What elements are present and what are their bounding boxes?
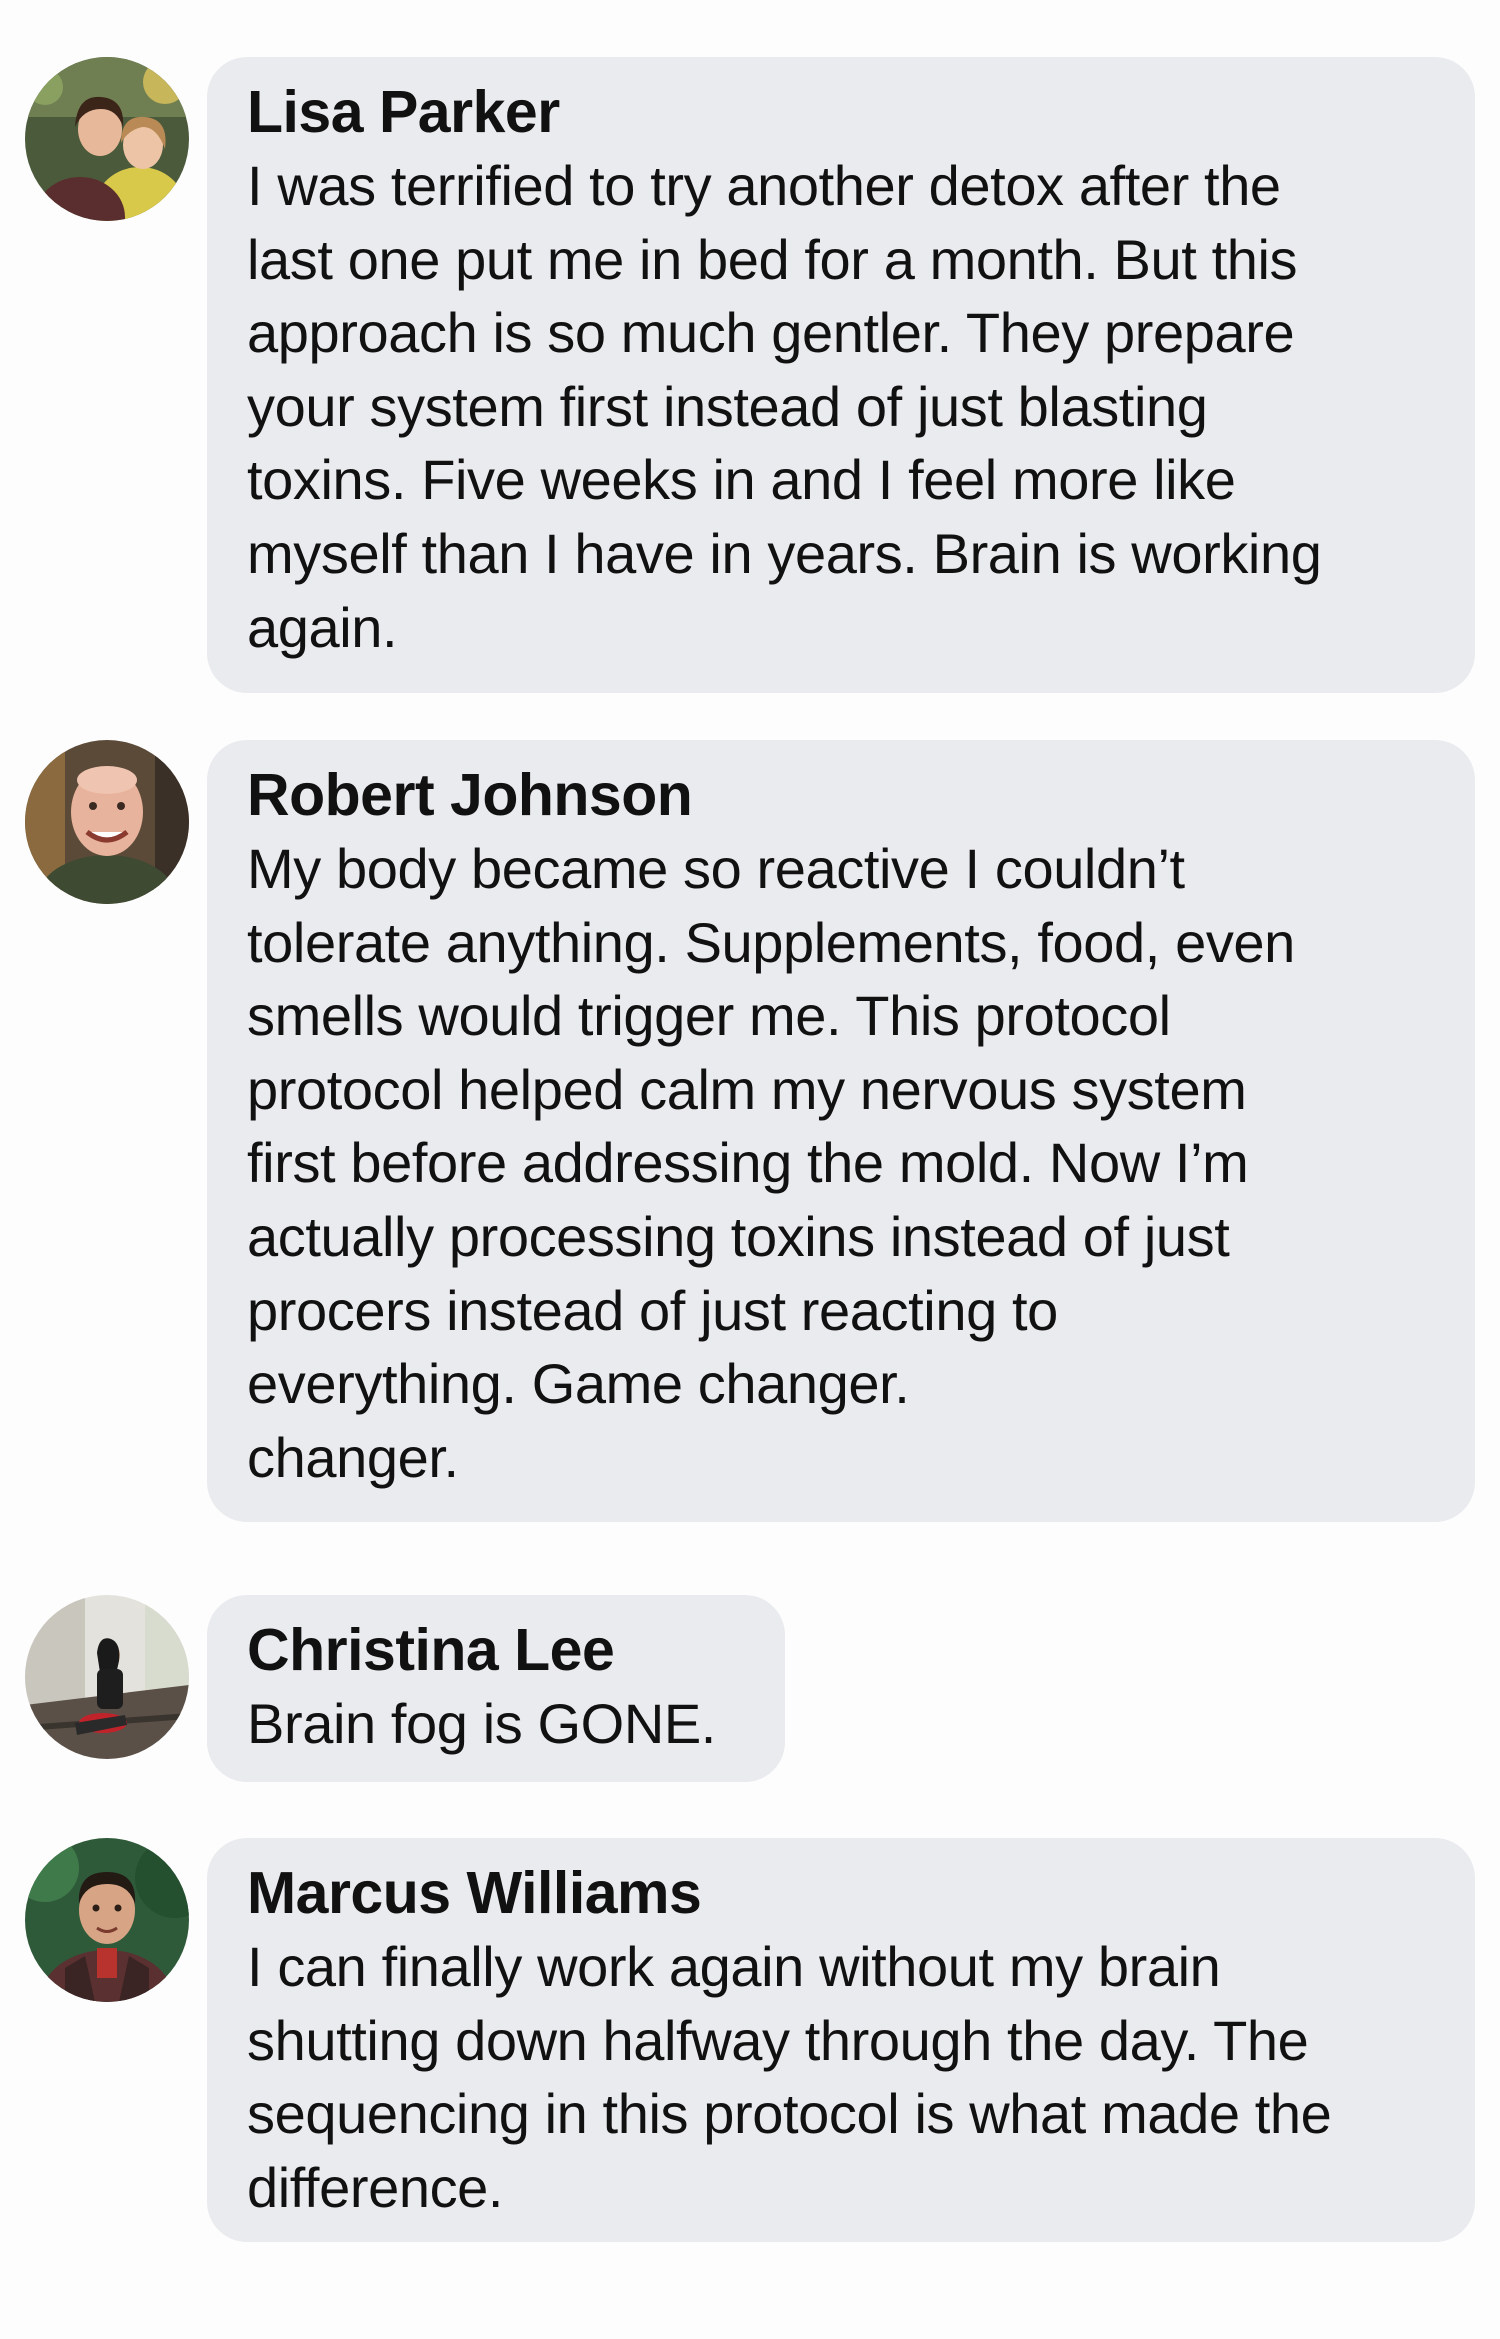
comment-text-line: first before addressing the mold. Now I’… xyxy=(247,1131,1249,1195)
comment-text-line: protocol helped calm my nervous system xyxy=(247,1057,1247,1121)
comment-bubble: Marcus Williams I can finally work again… xyxy=(207,1838,1475,2242)
user-photo-avatar-icon xyxy=(25,1838,189,2002)
user-photo-avatar-icon xyxy=(25,57,189,221)
comment-text-line: smells would trigger me. This protocol xyxy=(247,984,1171,1048)
comment-author[interactable]: Marcus Williams xyxy=(247,1856,1445,1930)
comment-text-line: I can finally work again without my brai… xyxy=(247,1935,1221,1998)
comment-text-line: changer. xyxy=(247,1425,459,1489)
user-photo-avatar-icon xyxy=(25,1595,189,1759)
comment-author[interactable]: Lisa Parker xyxy=(247,75,1445,149)
comment-author[interactable]: Robert Johnson xyxy=(247,758,1445,832)
comment-text: Brain fog is GONE. xyxy=(247,1687,755,1761)
avatar[interactable] xyxy=(25,740,189,904)
comment-text-line: last one put me in bed for a month. But … xyxy=(247,227,1298,291)
comment-text-line: actually processing toxins instead of ju… xyxy=(247,1204,1230,1268)
comment-bubble: Robert Johnson My body became so reactiv… xyxy=(207,740,1475,1522)
avatar[interactable] xyxy=(25,1838,189,2002)
comment-text: I can finally work again without my brai… xyxy=(247,1930,1445,2224)
comment-author[interactable]: Christina Lee xyxy=(247,1613,755,1687)
avatar[interactable] xyxy=(25,1595,189,1759)
comment-text-line: approach is so much gentler. They prepar… xyxy=(247,301,1295,365)
comment-text-line: I was terrified to try another detox aft… xyxy=(247,154,1281,217)
user-photo-avatar-icon xyxy=(25,740,189,904)
comment-text-line: everything. Game changer. xyxy=(247,1352,910,1416)
comment-text-line: myself than I have in years. Brain is wo… xyxy=(247,521,1322,585)
comment-text-line: procers instead of just reacting to xyxy=(247,1278,1058,1342)
comment-text-line: toxins. Five weeks in and I feel more li… xyxy=(247,448,1236,512)
comment-text-line: sequencing in this protocol is what made… xyxy=(247,2082,1332,2146)
comment-text: I was terrified to try another detox aft… xyxy=(247,149,1445,664)
comment-text-line: My body became so reactive I couldn’t xyxy=(247,837,1185,900)
comment-text-line: your system first instead of just blasti… xyxy=(247,374,1208,438)
comment-text-line: shutting down halfway through the day. T… xyxy=(247,2008,1309,2072)
comment-text: My body became so reactive I couldn’t to… xyxy=(247,832,1445,1494)
avatar[interactable] xyxy=(25,57,189,221)
comment-text-line: difference. xyxy=(247,2155,504,2219)
comment-bubble: Lisa Parker I was terrified to try anoth… xyxy=(207,57,1475,693)
comment-bubble: Christina Lee Brain fog is GONE. xyxy=(207,1595,785,1782)
comment-text-line: again. xyxy=(247,595,398,659)
comment-text-line: tolerate anything. Supplements, food, ev… xyxy=(247,910,1295,974)
comment-text-line: Brain fog is GONE. xyxy=(247,1692,716,1755)
